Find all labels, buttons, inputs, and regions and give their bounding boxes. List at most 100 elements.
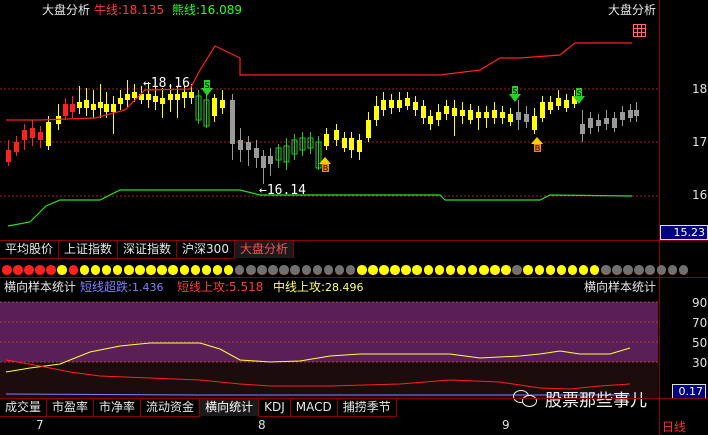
- x-axis-label: 7: [36, 418, 44, 432]
- tab-volume[interactable]: 成交量: [0, 399, 48, 417]
- signal-dot: [334, 265, 345, 275]
- signal-dot: [412, 265, 422, 275]
- tab-csi300[interactable]: 沪深300: [177, 241, 235, 259]
- candle-body: [548, 102, 553, 110]
- candle-body: [604, 118, 609, 124]
- candle-body: [38, 132, 43, 140]
- candle-body: [476, 112, 481, 118]
- signal-dot: [401, 265, 411, 275]
- signal-dot: [479, 265, 489, 275]
- candle-body: [77, 102, 82, 108]
- candle-body: [524, 114, 529, 122]
- tab-fishing-season[interactable]: 捕捞季节: [337, 399, 397, 417]
- signal-dot: [301, 265, 312, 275]
- candle-body: [508, 114, 513, 122]
- signal-dot: [112, 265, 123, 275]
- buy-signal-label: B: [323, 164, 329, 173]
- candle-body: [349, 138, 354, 150]
- signal-dot: [345, 265, 356, 275]
- candle-body: [500, 112, 505, 118]
- indicator-axis-label: 30: [692, 356, 708, 370]
- bull-line-legend: 牛线:18.135: [94, 3, 165, 17]
- high-price-annotation: ←18.16: [143, 76, 190, 91]
- candle-body: [532, 116, 537, 130]
- signal-dot: [146, 265, 156, 275]
- signal-dot: [268, 265, 278, 275]
- tab-kdj[interactable]: KDJ: [259, 399, 291, 417]
- candle-body: [160, 98, 165, 104]
- signal-dot: [423, 265, 434, 275]
- candle-body: [460, 110, 465, 116]
- signal-dot: [634, 265, 644, 275]
- indicator-axis-label: 90: [692, 296, 708, 310]
- candle-body: [357, 140, 362, 152]
- tab-shanghai-index[interactable]: 上证指数: [59, 241, 119, 259]
- period-selector[interactable]: 日线: [662, 418, 686, 435]
- candle-body: [516, 112, 521, 120]
- candle-body: [588, 118, 593, 128]
- tab-macd[interactable]: MACD: [290, 399, 338, 417]
- signal-dot: [79, 265, 90, 275]
- candle-body: [189, 92, 194, 98]
- grid-settings-icon[interactable]: [633, 24, 646, 37]
- candle-body: [56, 116, 61, 124]
- tab-shenzhen-index[interactable]: 深证指数: [118, 241, 178, 259]
- candle-body: [70, 104, 75, 112]
- candle-body: [634, 110, 639, 116]
- candle-body: [30, 128, 35, 138]
- x-axis-label: 8: [258, 418, 266, 432]
- candle-body: [334, 130, 339, 140]
- signal-dot: [212, 265, 223, 275]
- signal-dot: [168, 265, 178, 275]
- candle-body: [175, 94, 180, 100]
- candle-body: [540, 102, 545, 118]
- mid-attack-value: 28.496: [325, 281, 364, 294]
- price-axis-label: 16: [692, 188, 708, 202]
- sell-signal-icon: S: [509, 86, 521, 102]
- current-price-box: 15.23: [660, 225, 708, 240]
- index-tab-bar: 平均股价 上证指数 深证指数 沪深300 大盘分析: [0, 241, 294, 259]
- signal-dot: [523, 265, 533, 275]
- candle-body: [63, 104, 68, 116]
- candle-body: [468, 110, 473, 120]
- candle-body: [389, 100, 394, 108]
- indicator-chart[interactable]: [0, 294, 660, 398]
- candle-body: [397, 100, 402, 108]
- candle-body: [84, 100, 89, 108]
- indicator-current-box: 0.17: [672, 384, 706, 399]
- signal-dot: [567, 265, 578, 275]
- candle-body: [153, 96, 158, 102]
- candle-body: [421, 106, 426, 118]
- candle-body: [168, 94, 173, 100]
- candle-body: [230, 100, 235, 144]
- tab-pe-ratio[interactable]: 市盈率: [47, 399, 95, 417]
- signal-dot: [234, 265, 245, 275]
- tab-market-analysis[interactable]: 大盘分析: [234, 241, 294, 258]
- candle-body: [118, 98, 123, 104]
- candle-body: [246, 142, 251, 150]
- candle-body: [484, 112, 489, 118]
- signal-dot: [445, 265, 456, 275]
- mid-attack-legend: 中线上攻:28.496: [273, 278, 364, 295]
- signal-dot: [612, 265, 622, 275]
- signal-dot: [501, 265, 511, 275]
- signal-dot: [312, 265, 323, 275]
- candle-body: [182, 92, 187, 98]
- indicator-axis-label: 70: [692, 316, 708, 330]
- tab-liquidity[interactable]: 流动资金: [141, 399, 201, 417]
- mid-attack-label: 中线上攻:: [273, 280, 326, 294]
- short-oversold-label: 短线超跌:: [80, 280, 133, 294]
- tab-horizontal-stats[interactable]: 横向统计: [200, 399, 260, 416]
- tab-average-price[interactable]: 平均股价: [0, 241, 60, 259]
- tab-pb-ratio[interactable]: 市净率: [94, 399, 142, 417]
- signal-dot: [68, 265, 79, 275]
- kline-chart[interactable]: S S S B B: [0, 0, 660, 240]
- candle-body: [444, 106, 449, 114]
- signal-dot: [578, 265, 589, 275]
- candle-body: [324, 134, 329, 146]
- candle-body: [261, 156, 266, 168]
- candle-body: [452, 108, 457, 116]
- signal-dot: [623, 265, 633, 275]
- candle-body: [238, 140, 243, 150]
- signal-dot: [556, 265, 567, 275]
